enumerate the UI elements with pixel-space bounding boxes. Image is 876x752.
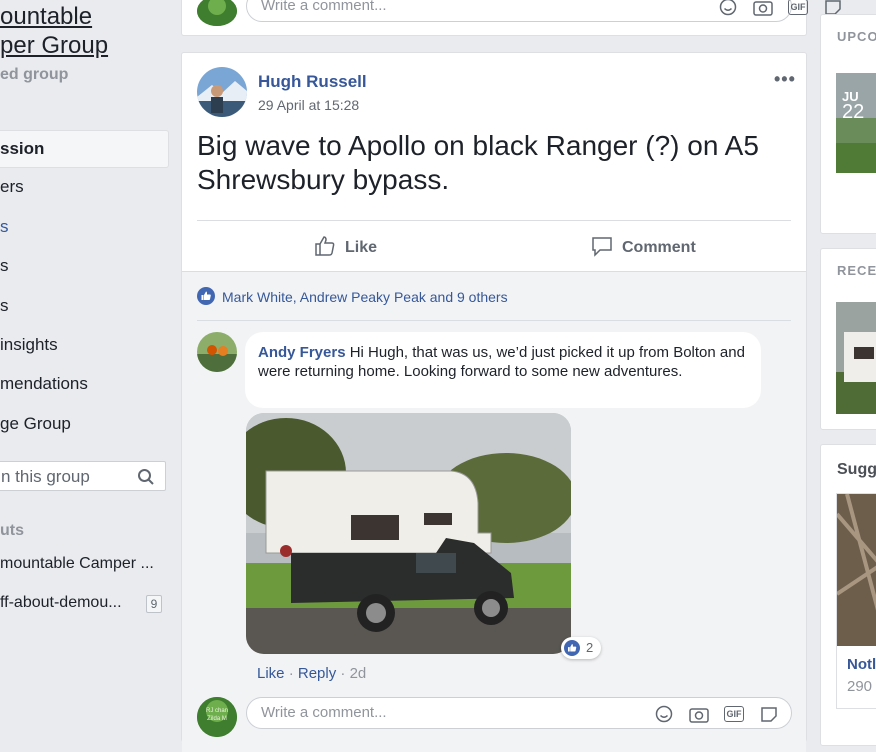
shortcut-item[interactable]: ff-about-demou... [0,594,122,612]
comment-actions: Like · Reply · 2d [257,665,366,682]
nav-recommendations[interactable]: mendations [0,366,168,402]
group-type: ed group [0,66,69,83]
suggested-group-name: Notl [847,656,876,673]
like-count: 2 [586,640,594,655]
separator: · [288,665,294,682]
suggested-group-card[interactable]: Notl 290 [836,493,876,709]
nav-label: ge Group [0,414,71,433]
shortcut-count-badge: 9 [146,595,162,613]
comment-placeholder: Write a comment... [261,704,387,721]
upcoming-events-card: UPCO JU 22 [820,14,876,234]
comment-body: Andy Fryers Hi Hugh, that was us, we’d j… [258,343,752,381]
comment-age[interactable]: 2d [350,665,367,682]
commenter-avatar[interactable] [197,332,237,372]
comment-like-link[interactable]: Like [257,665,285,682]
camera-icon[interactable] [753,0,773,16]
event-day: 22 [842,101,865,123]
camera-icon[interactable] [689,705,709,723]
post-text: Big wave to Apollo on black Ranger (?) o… [197,130,759,195]
event-thumbnail[interactable]: JU 22 [836,73,876,173]
author-avatar[interactable] [197,67,247,117]
nav-label: insights [0,335,58,354]
nav-label: s [0,217,9,236]
reactions-summary[interactable]: Mark White, Andrew Peaky Peak and 9 othe… [222,289,508,305]
group-name-line1[interactable]: ountable [0,2,92,31]
upcoming-heading: UPCO [837,29,876,44]
divider [197,220,791,221]
post-author[interactable]: Hugh Russell [258,72,367,92]
emoji-icon[interactable] [655,705,673,723]
previous-post-card: Write a comment... GIF [181,0,841,36]
search-icon[interactable] [137,468,155,486]
comment-author[interactable]: Andy Fryers [258,344,346,361]
like-reaction-icon [197,287,215,305]
comment-bubble: Andy Fryers Hi Hugh, that was us, we’d j… [245,332,761,408]
nav-label: ers [0,177,24,196]
shortcuts-heading: uts [0,522,24,539]
nav-members[interactable]: ers [0,169,168,205]
comment-label: Comment [622,239,696,256]
comment-reply-link[interactable]: Reply [298,665,336,682]
thumbs-up-icon [315,236,335,256]
comment-button[interactable]: Comment [591,233,711,261]
comment-placeholder: Write a comment... [261,0,387,14]
suggested-groups-card: Sugg Notl 290 [820,444,876,746]
suggested-group-members: 290 [847,678,873,695]
comment-icon [592,237,612,257]
nav-manage-group[interactable]: ge Group [0,406,168,442]
divider [197,320,791,321]
like-label: Like [345,239,378,256]
avatar-label: RJ chan Zilda M [205,708,228,722]
search-placeholder: n this group [1,467,90,486]
recent-photos-card: RECEI [820,248,876,430]
emoji-icon[interactable] [719,0,737,16]
nav-label: s [0,256,9,275]
nav-label: mendations [0,374,88,393]
comments-section: Mark White, Andrew Peaky Peak and 9 othe… [182,271,806,752]
nav-events[interactable]: s [0,209,168,245]
comment-like-count[interactable]: 2 [561,637,601,659]
nav-label: ssion [0,139,45,158]
comment-input[interactable]: Write a comment... GIF [246,0,841,22]
recent-heading: RECEI [837,263,876,278]
group-search-input[interactable]: n this group [0,461,166,491]
user-avatar: RJ chan Zilda M [197,697,237,737]
user-avatar [197,0,237,26]
recent-photo[interactable] [836,302,876,414]
more-options-icon[interactable]: ••• [774,69,796,90]
post-timestamp[interactable]: 29 April at 15:28 [258,97,359,113]
gif-icon[interactable]: GIF [788,0,808,15]
nav-insights[interactable]: insights [0,327,168,363]
nav-label: s [0,296,9,315]
suggested-heading: Sugg [837,461,876,478]
write-comment-input[interactable]: Write a comment... GIF [246,697,792,729]
shortcut-item[interactable]: mountable Camper ... [0,555,154,573]
separator: · [340,665,346,682]
comment-photo[interactable] [246,413,571,654]
gif-icon[interactable]: GIF [724,706,744,722]
group-name-line2[interactable]: per Group [0,31,108,60]
nav-photos[interactable]: s [0,248,168,284]
post-card: Hugh Russell 29 April at 15:28 ••• Big w… [181,52,807,752]
sticker-icon[interactable] [760,705,778,723]
nav-files[interactable]: s [0,288,168,324]
nav-discussion[interactable]: ssion [0,130,169,168]
like-reaction-icon [564,640,580,656]
